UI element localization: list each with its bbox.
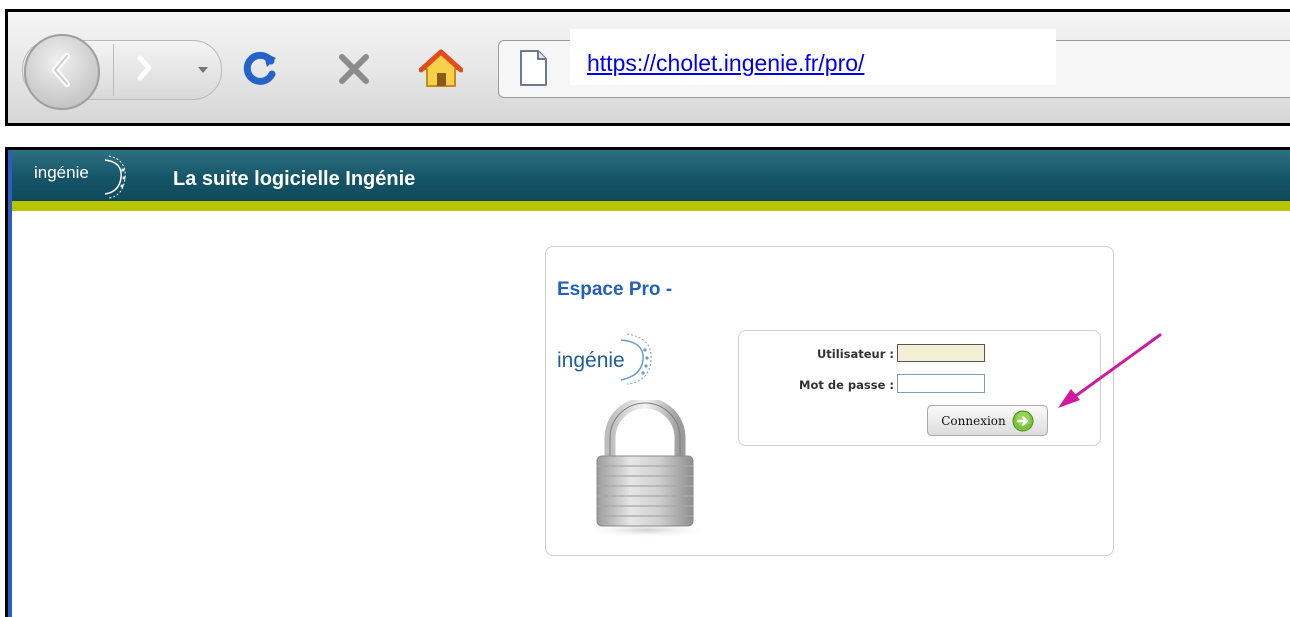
app-title: La suite logicielle Ingénie	[173, 168, 416, 190]
stop-button[interactable]	[335, 52, 373, 90]
window-edge	[8, 150, 12, 617]
username-label: Utilisateur :	[816, 347, 894, 361]
header-logo-text: ingénie	[34, 163, 89, 182]
back-icon	[47, 50, 77, 95]
back-button[interactable]	[24, 34, 100, 110]
ingenie-logo-swirl-icon	[615, 330, 655, 391]
padlock-icon	[575, 397, 715, 545]
connexion-button-label: Connexion	[941, 413, 1006, 428]
connexion-button[interactable]: Connexion	[927, 405, 1048, 436]
forward-button[interactable]	[113, 44, 174, 96]
header-accent-bar	[12, 201, 1290, 211]
stop-icon	[338, 53, 370, 90]
go-arrow-icon	[1012, 410, 1034, 432]
annotation-arrow-icon	[1040, 330, 1170, 420]
header-logo-swirl-icon	[101, 152, 127, 205]
password-label: Mot de passe :	[799, 378, 894, 392]
home-icon	[418, 49, 464, 94]
reload-button[interactable]	[240, 50, 280, 90]
page-icon-wrap	[513, 48, 553, 92]
page-icon	[518, 49, 548, 92]
history-dropdown-button[interactable]	[188, 44, 218, 96]
url-text[interactable]: https://cholet.ingenie.fr/pro/	[587, 50, 864, 77]
reload-icon	[241, 49, 279, 92]
login-heading: Espace Pro -	[557, 279, 673, 300]
history-dropdown-icon	[197, 61, 209, 79]
home-button[interactable]	[418, 49, 464, 94]
username-input[interactable]	[897, 344, 985, 362]
password-input[interactable]	[897, 374, 985, 393]
forward-icon	[132, 52, 156, 89]
